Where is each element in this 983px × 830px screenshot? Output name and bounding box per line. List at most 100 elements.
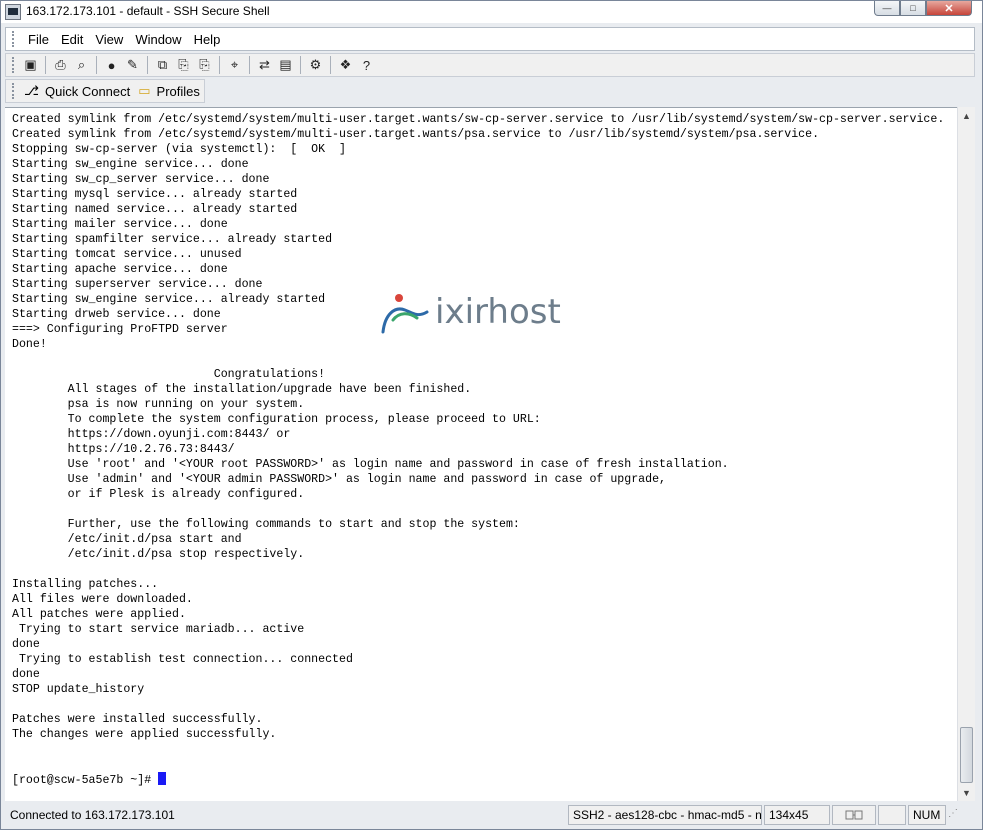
save-icon[interactable]: ▣ — [20, 55, 41, 75]
disconnect-icon[interactable]: ● — [101, 55, 122, 75]
profiles-label: Profiles — [156, 83, 200, 99]
paste-special-icon[interactable]: ⎘ — [194, 55, 215, 75]
terminal-line: Further, use the following commands to s… — [12, 518, 520, 531]
terminal-line: STOP update_history — [12, 683, 145, 696]
context-help-icon[interactable]: ? — [356, 55, 377, 75]
terminal-line: Starting sw_cp_server service... done — [12, 173, 270, 186]
toolbar-separator — [249, 56, 250, 74]
window-title: 163.172.173.101 - default - SSH Secure S… — [26, 4, 270, 18]
terminal-line: or if Plesk is already configured. — [12, 488, 305, 501]
find-icon[interactable]: ⌖ — [224, 55, 245, 75]
profiles-button[interactable]: ▭ Profiles — [134, 81, 204, 101]
menu-file[interactable]: File — [22, 32, 55, 47]
terminal-prompt-line[interactable]: [root@scw-5a5e7b ~]# — [12, 772, 944, 787]
quick-connect-icon: ⎇ — [24, 83, 39, 98]
terminal-line: https://down.oyunji.com:8443/ or — [12, 428, 291, 441]
num-lock-status: NUM — [908, 805, 946, 825]
folder-icon: ▭ — [138, 83, 151, 98]
terminal-line: Starting spamfilter service... already s… — [12, 233, 333, 246]
terminal-line: Starting apache service... done — [12, 263, 228, 276]
terminal-line: Starting mailer service... done — [12, 218, 228, 231]
network-icon — [845, 810, 863, 820]
status-blank-cell — [878, 805, 906, 825]
toolbar-separator — [45, 56, 46, 74]
terminal-line: The changes were applied successfully. — [12, 728, 277, 741]
close-button[interactable]: ✕ — [926, 1, 972, 16]
copy-icon[interactable]: ⧉ — [152, 55, 173, 75]
profile-bar: ⎇ Quick Connect ▭ Profiles — [5, 79, 205, 103]
resize-grip-icon[interactable]: ⋰ — [948, 808, 962, 822]
scroll-down-arrow-icon[interactable]: ▼ — [958, 784, 975, 801]
terminal-cursor — [158, 772, 167, 785]
terminal-line: Starting mysql service... already starte… — [12, 188, 298, 201]
print-icon[interactable]: ⎙ — [50, 55, 71, 75]
terminal-line: Use 'admin' and '<YOUR admin PASSWORD>' … — [12, 473, 666, 486]
terminal-line: Congratulations! — [12, 368, 326, 381]
terminal-line: done — [12, 638, 40, 651]
toolbar: ▣ ⎙ ⌕ ● ✎ ⧉ ⎘ ⎘ ⌖ ⇄ ▤ ⚙ ❖ ? — [5, 53, 975, 77]
encryption-status: SSH2 - aes128-cbc - hmac-md5 - nc — [568, 805, 762, 825]
menu-view[interactable]: View — [89, 32, 129, 47]
terminal-line: Done! — [12, 338, 47, 351]
help-book-icon[interactable]: ❖ — [335, 55, 356, 75]
terminal-line: Trying to start service mariadb... activ… — [12, 623, 305, 636]
terminal-line: To complete the system configuration pro… — [12, 413, 541, 426]
terminal-line: Starting named service... already starte… — [12, 203, 298, 216]
scrollbar-thumb[interactable] — [960, 727, 973, 783]
ixirhost-watermark: ixirhost — [379, 290, 573, 338]
toolbar-separator — [96, 56, 97, 74]
terminal-output[interactable]: Created symlink from /etc/systemd/system… — [5, 107, 957, 801]
ixirhost-watermark-text: ixirhost — [435, 292, 561, 332]
terminal-size-status: 134x45 — [764, 805, 830, 825]
menu-help[interactable]: Help — [188, 32, 227, 47]
terminal-line: All patches were applied. — [12, 608, 186, 621]
terminal-line: Stopping sw-cp-server (via systemctl): [… — [12, 143, 346, 156]
terminal-line: All files were downloaded. — [12, 593, 193, 606]
terminal-line: Use 'root' and '<YOUR root PASSWORD>' as… — [12, 458, 729, 471]
toolbar-separator — [300, 56, 301, 74]
paste-icon[interactable]: ⎘ — [173, 55, 194, 75]
terminal-line: https://10.2.76.73:8443/ — [12, 443, 235, 456]
menu-window[interactable]: Window — [129, 32, 187, 47]
toolbar-grip[interactable] — [12, 57, 16, 73]
status-bar: Connected to 163.172.173.101 SSH2 - aes1… — [5, 804, 981, 826]
terminal-scrollbar[interactable]: ▲ ▼ — [957, 107, 975, 801]
toolbar-separator — [330, 56, 331, 74]
ixirhost-logo-icon — [381, 294, 429, 334]
terminal-line: /etc/init.d/psa start and — [12, 533, 242, 546]
quick-connect-button[interactable]: ⎇ Quick Connect — [20, 81, 134, 101]
terminal-line: Created symlink from /etc/systemd/system… — [12, 128, 820, 141]
profile-bar-grip[interactable] — [12, 83, 16, 99]
scroll-up-arrow-icon[interactable]: ▲ — [958, 107, 975, 124]
quick-connect-label: Quick Connect — [44, 83, 131, 99]
toolbar-separator — [219, 56, 220, 74]
menu-edit[interactable]: Edit — [55, 32, 89, 47]
maximize-button[interactable]: □ — [900, 1, 926, 16]
terminal-line: Created symlink from /etc/systemd/system… — [12, 113, 945, 126]
terminal-line: All stages of the installation/upgrade h… — [12, 383, 472, 396]
terminal-line: Trying to establish test connection... c… — [12, 653, 353, 666]
menu-bar-grip[interactable] — [12, 31, 16, 47]
shell-prompt: [root@scw-5a5e7b ~]# — [12, 774, 159, 787]
terminal-line: Starting sw_engine service... done — [12, 158, 249, 171]
new-terminal-icon[interactable]: ▤ — [275, 55, 296, 75]
terminal-line: /etc/init.d/psa stop respectively. — [12, 548, 305, 561]
file-transfer-icon[interactable]: ⇄ — [254, 55, 275, 75]
menu-bar: File Edit View Window Help — [5, 27, 975, 51]
connection-status: Connected to 163.172.173.101 — [10, 808, 175, 822]
terminal-lines: Created symlink from /etc/systemd/system… — [12, 112, 944, 787]
minimize-button[interactable]: — — [874, 1, 900, 16]
settings-icon[interactable]: ⚙ — [305, 55, 326, 75]
terminal-line: done — [12, 668, 40, 681]
connect-icon[interactable]: ✎ — [122, 55, 143, 75]
terminal-line: Patches were installed successfully. — [12, 713, 263, 726]
toolbar-separator — [147, 56, 148, 74]
app-terminal-icon[interactable] — [5, 4, 21, 20]
terminal-line: Starting tomcat service... unused — [12, 248, 242, 261]
print-preview-icon[interactable]: ⌕ — [71, 55, 92, 75]
